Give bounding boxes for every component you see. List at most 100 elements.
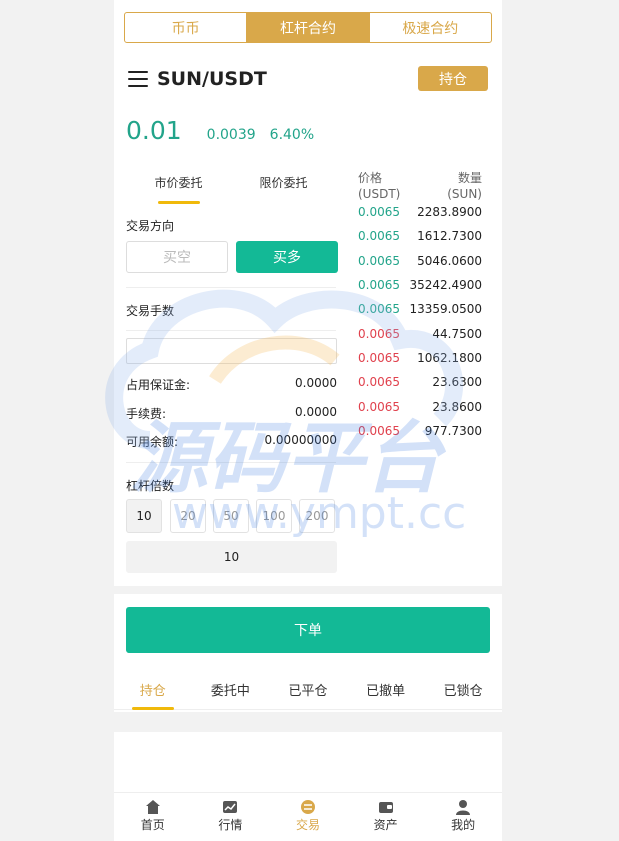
last-price: 0.01: [126, 116, 182, 145]
order-qty: 1612.7300: [417, 229, 482, 243]
order-price: 0.0065: [358, 375, 400, 389]
qty-unit: (SUN): [447, 187, 482, 201]
order-qty: 23.8600: [432, 400, 482, 414]
user-icon: [456, 800, 471, 815]
home-icon: [145, 800, 160, 814]
nav-market[interactable]: 行情: [192, 793, 270, 841]
divider: [126, 287, 336, 288]
nav-home[interactable]: 首页: [114, 793, 192, 841]
tab-fast-contract[interactable]: 极速合约: [370, 13, 491, 42]
nav-trade[interactable]: 交易: [269, 793, 347, 841]
order-price: 0.0065: [358, 351, 400, 365]
fee-row: 手续费: 0.0000: [126, 405, 337, 422]
leverage-option-20[interactable]: 20: [170, 499, 206, 533]
tab-pending-orders[interactable]: 委托中: [192, 670, 270, 709]
position-tabs: 持仓 委托中 已平仓 已撤单 已锁仓: [114, 670, 502, 710]
order-qty: 35242.4900: [409, 278, 482, 292]
order-price: 0.0065: [358, 278, 400, 292]
nav-label: 我的: [451, 818, 476, 832]
balance-label: 可用余额:: [126, 435, 179, 449]
orderbook-row[interactable]: 0.0065 23.8600: [358, 400, 482, 416]
order-price: 0.0065: [358, 254, 400, 268]
price-header: 价格: [358, 171, 383, 185]
buy-long-button[interactable]: 买多: [236, 241, 338, 273]
fee-value: 0.0000: [295, 405, 337, 419]
order-qty: 2283.8900: [417, 205, 482, 219]
tab-positions[interactable]: 持仓: [114, 670, 192, 710]
nav-label: 行情: [218, 818, 243, 832]
order-qty: 13359.0500: [409, 302, 482, 316]
menu-icon[interactable]: [128, 71, 148, 87]
order-qty: 44.7500: [432, 327, 482, 341]
divider: [126, 330, 336, 331]
tab-limit-order[interactable]: 限价委托: [231, 166, 336, 204]
order-qty: 23.6300: [432, 375, 482, 389]
bottom-nav: 首页 行情 交易 资产 我的: [114, 792, 502, 841]
tab-market-order[interactable]: 市价委托: [126, 166, 231, 204]
trading-app: 币币 杠杆合约 极速合约 SUN/USDT 持仓 0.01 0.0039 6.4…: [114, 0, 502, 841]
order-price: 0.0065: [358, 424, 400, 438]
order-qty: 5046.0600: [417, 254, 482, 268]
nav-label: 首页: [140, 818, 165, 832]
qty-header: 数量: [457, 171, 482, 185]
nav-label: 资产: [373, 818, 398, 832]
trading-pair: SUN/USDT: [157, 68, 267, 90]
orderbook-row[interactable]: 0.0065 44.7500: [358, 327, 482, 343]
orderbook-row[interactable]: 0.0065 977.7300: [358, 424, 482, 440]
tab-spot[interactable]: 币币: [125, 13, 248, 42]
balance-row: 可用余额: 0.00000000: [126, 433, 337, 450]
lots-label: 交易手数: [126, 304, 175, 318]
margin-row: 占用保证金: 0.0000: [126, 376, 337, 393]
orderbook-row[interactable]: 0.0065 1612.7300: [358, 229, 482, 245]
ticker: 0.01 0.0039 6.40%: [126, 116, 314, 145]
price-change-percent: 6.40%: [269, 127, 315, 143]
fee-label: 手续费:: [126, 407, 167, 421]
tab-margin-contract[interactable]: 杠杆合约: [247, 13, 370, 42]
sell-short-button[interactable]: 买空: [126, 241, 228, 273]
direction-label: 交易方向: [126, 219, 175, 233]
price-unit: (USDT): [358, 187, 401, 201]
orderbook-row[interactable]: 0.0065 13359.0500: [358, 302, 482, 318]
wallet-icon: [378, 802, 393, 813]
tab-cancelled[interactable]: 已撤单: [347, 670, 425, 709]
leverage-label: 杠杆倍数: [126, 479, 175, 493]
chart-icon: [223, 801, 238, 813]
margin-value: 0.0000: [295, 376, 337, 390]
positions-button[interactable]: 持仓: [418, 66, 488, 91]
nav-label: 交易: [295, 818, 320, 832]
orderbook-price-header: 价格 (USDT): [358, 170, 400, 202]
balance-value: 0.00000000: [264, 433, 337, 447]
divider: [126, 462, 336, 463]
nav-assets[interactable]: 资产: [347, 793, 425, 841]
market-type-tabs: 币币 杠杆合约 极速合约: [124, 12, 492, 43]
tab-closed[interactable]: 已平仓: [269, 670, 347, 709]
order-qty: 1062.1800: [417, 351, 482, 365]
pair-header: SUN/USDT 持仓: [128, 66, 488, 92]
selected-leverage: 10: [126, 541, 337, 573]
orderbook-row[interactable]: 0.0065 35242.4900: [358, 278, 482, 294]
order-price: 0.0065: [358, 229, 400, 243]
margin-label: 占用保证金:: [126, 378, 191, 392]
section-separator: [114, 586, 502, 594]
leverage-option-100[interactable]: 100: [256, 499, 292, 533]
orderbook-row[interactable]: 0.0065 1062.1800: [358, 351, 482, 367]
orderbook-row[interactable]: 0.0065 2283.8900: [358, 205, 482, 221]
order-price: 0.0065: [358, 327, 400, 341]
price-change: 0.0039: [206, 127, 256, 143]
orderbook-row[interactable]: 0.0065 23.6300: [358, 375, 482, 391]
trade-icon: [300, 800, 315, 814]
leverage-option-10[interactable]: 10: [126, 499, 162, 533]
nav-profile[interactable]: 我的: [424, 793, 502, 841]
order-price: 0.0065: [358, 205, 400, 219]
tab-locked[interactable]: 已锁仓: [424, 670, 502, 709]
order-type-tabs: 市价委托 限价委托: [126, 166, 336, 204]
leverage-option-50[interactable]: 50: [213, 499, 249, 533]
leverage-option-200[interactable]: 200: [299, 499, 335, 533]
order-qty: 977.7300: [424, 424, 482, 438]
list-area-top: [114, 712, 502, 732]
order-price: 0.0065: [358, 302, 400, 316]
lots-input[interactable]: [126, 338, 337, 364]
place-order-button[interactable]: 下单: [126, 607, 490, 653]
order-price: 0.0065: [358, 400, 400, 414]
orderbook-row[interactable]: 0.0065 5046.0600: [358, 254, 482, 270]
